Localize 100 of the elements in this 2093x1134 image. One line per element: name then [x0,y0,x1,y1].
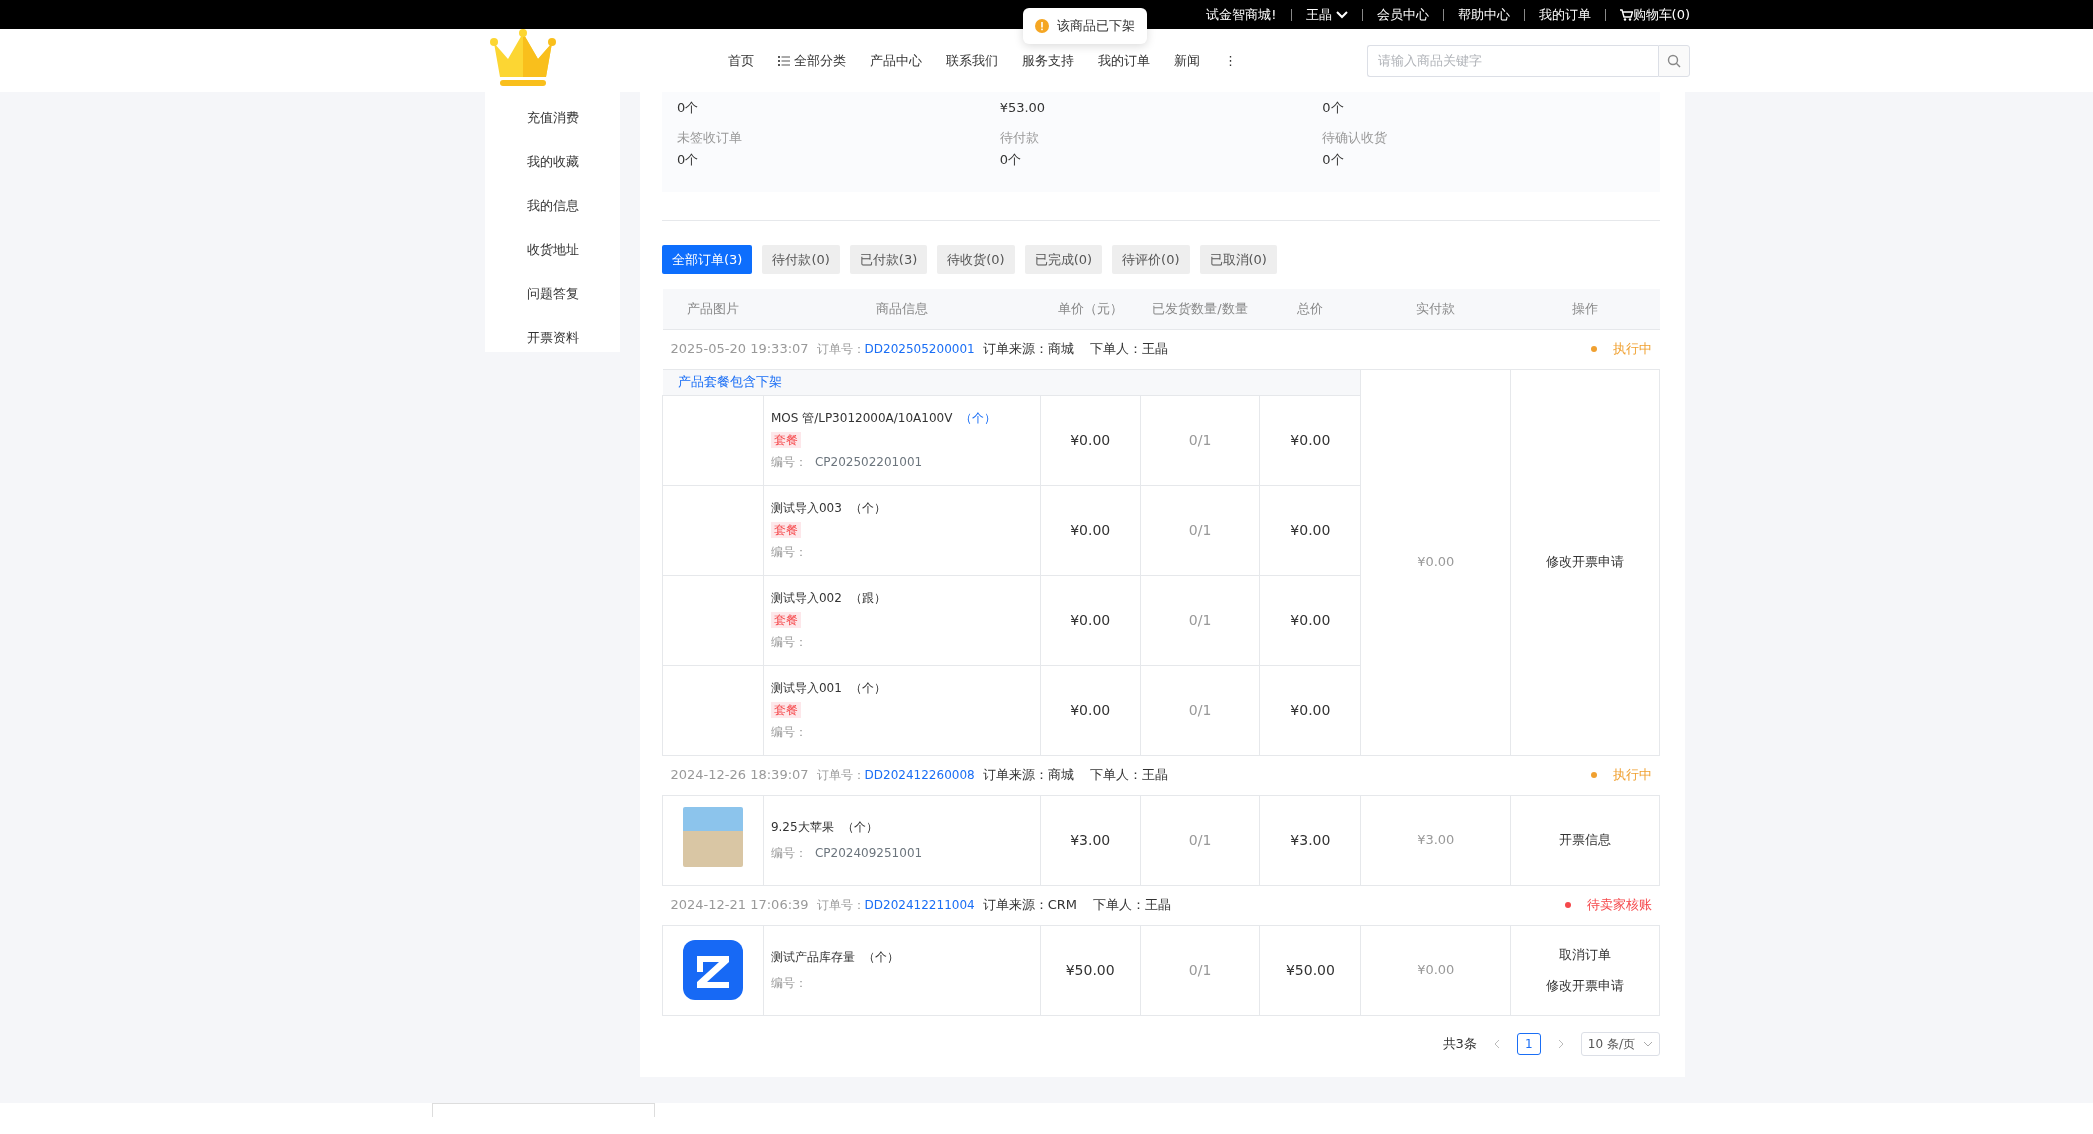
chevron-down-icon [1335,10,1348,19]
package-tag: 套餐 [770,432,801,448]
chevron-right-icon[interactable] [1556,1038,1565,1049]
page-size-select[interactable]: 10 条/页 [1580,1031,1660,1056]
code-label: 编号： [770,976,807,990]
order-tab[interactable]: 已取消(0) [1199,245,1277,274]
app-logo [682,940,743,1000]
product-name: 测试导入003 [770,501,842,515]
sidebar-item[interactable]: 收货地址 [485,228,620,272]
sidebar-item[interactable]: 开票资料 [485,316,620,360]
search-field[interactable]: 请输入商品关键字 [1367,44,1658,77]
summary-value: ¥53.00 [999,99,1047,117]
chevron-left-icon[interactable] [1492,1038,1501,1049]
product-code: CP202502201001 [814,455,923,469]
unit-price: ¥0.00 [1040,485,1141,575]
nav-link[interactable]: ⋮ [1224,50,1237,71]
product-name: MOS 管/LP3012000A/10A100V [770,411,953,425]
order-time: 2024-12-21 17:06:39 [670,896,809,915]
product-name: 测试导入001 [770,681,842,695]
shipped-quantity: 0/1 [1140,925,1260,1015]
shipped-quantity: 0/1 [1140,795,1260,885]
order-tab[interactable]: 待付款(0) [762,245,840,274]
order-source: 订单来源：商城 [982,340,1074,359]
summary-label: 待付款 [999,129,1040,147]
list-icon [778,55,790,66]
order-number-link[interactable]: DD202505200001 [864,340,975,358]
order-status: 执行中 [1612,766,1652,785]
summary-value: 0个 [677,151,700,169]
product-code: CP202409251001 [814,846,923,860]
code-label: 编号： [770,846,807,860]
order-number-link[interactable]: DD202412211004 [864,896,975,914]
top-link[interactable]: 会员中心 [1376,4,1429,25]
order-placer: 下单人：王晶 [1089,340,1168,359]
order-status: 待卖家核账 [1586,896,1652,915]
column-header: 总价 [1259,289,1361,329]
order-number-label: 订单号： [816,897,865,914]
action-link[interactable]: 修改开票申请 [1546,552,1625,572]
order-source: 订单来源：商城 [982,766,1074,785]
code-label: 编号： [770,455,807,469]
total-price: ¥3.00 [1259,795,1361,885]
user-menu[interactable]: 王晶 [1305,4,1348,25]
nav-link[interactable]: 联系我们 [946,50,998,71]
photo-placeholder [682,807,743,868]
column-header: 商品信息 [763,289,1041,329]
total-price: ¥0.00 [1259,395,1361,485]
shipped-quantity: 0/1 [1140,485,1260,575]
order-time: 2025-05-20 19:33:07 [670,340,809,359]
nav-link[interactable]: 服务支持 [1022,50,1074,71]
cart-link[interactable]: 购物车(0) [1619,4,1690,25]
sidebar-item[interactable]: 我的信息 [485,184,620,228]
sidebar-item[interactable]: 问题答复 [485,272,620,316]
action-link[interactable]: 修改开票申请 [1546,976,1625,996]
unit-label: （个） [841,820,878,834]
search-button[interactable] [1658,44,1690,77]
order-status: 执行中 [1612,340,1652,359]
unit-price: ¥0.00 [1040,395,1141,485]
sidebar-item[interactable]: 我的收藏 [485,140,620,184]
total-price: ¥50.00 [1259,925,1361,1015]
shipped-quantity: 0/1 [1140,395,1260,485]
chevron-down-icon [1643,1040,1653,1047]
paid-amount: ¥0.00 [1360,925,1511,1015]
unit-label: （个） [862,950,899,964]
top-link[interactable]: 帮助中心 [1457,4,1510,25]
notice-text: 产品套餐包含下架 [662,369,1361,395]
column-header: 实付款 [1360,289,1511,329]
order-tab[interactable]: 已完成(0) [1024,245,1103,274]
unit-label: （跟） [849,591,886,605]
order-tab[interactable]: 已付款(3) [849,245,928,274]
action-link[interactable]: 开票信息 [1559,830,1612,850]
sidebar-item[interactable]: 充值消费 [485,96,620,140]
action-link[interactable]: 取消订单 [1559,944,1612,964]
code-label: 编号： [770,635,807,649]
order-tab[interactable]: 待评价(0) [1112,245,1190,274]
order-tab[interactable]: 待收货(0) [937,245,1015,274]
nav-link[interactable]: 首页 [728,50,754,71]
package-tag: 套餐 [770,612,801,628]
search-icon [1667,54,1681,69]
unit-price: ¥0.00 [1040,665,1141,755]
shipped-quantity: 0/1 [1140,665,1260,755]
order-number-link[interactable]: DD202412260008 [864,766,975,784]
crown-logo [488,28,558,89]
top-link[interactable]: 我的订单 [1538,4,1591,25]
nav-link[interactable]: 新闻 [1174,50,1200,71]
unit-price: ¥50.00 [1040,925,1141,1015]
unit-label: （个） [849,681,886,695]
nav-link[interactable]: 产品中心 [870,50,922,71]
order-placer: 下单人：王晶 [1089,766,1168,785]
order-tab[interactable]: 全部订单(3) [662,245,753,274]
page-button[interactable]: 1 [1516,1032,1541,1055]
column-header: 产品图片 [662,289,764,329]
product-name: 测试产品库存量 [770,950,855,964]
unit-price: ¥3.00 [1040,795,1141,885]
package-tag: 套餐 [770,702,801,718]
nav-link[interactable]: 全部分类 [778,50,846,71]
code-label: 编号： [770,545,807,559]
column-header: 已发货数量/数量 [1140,289,1260,329]
welcome-text: 试金智商城! [1206,5,1277,24]
nav-link[interactable]: 我的订单 [1098,50,1150,71]
order-number-label: 订单号： [816,767,865,784]
summary-value: 0个 [999,151,1022,169]
